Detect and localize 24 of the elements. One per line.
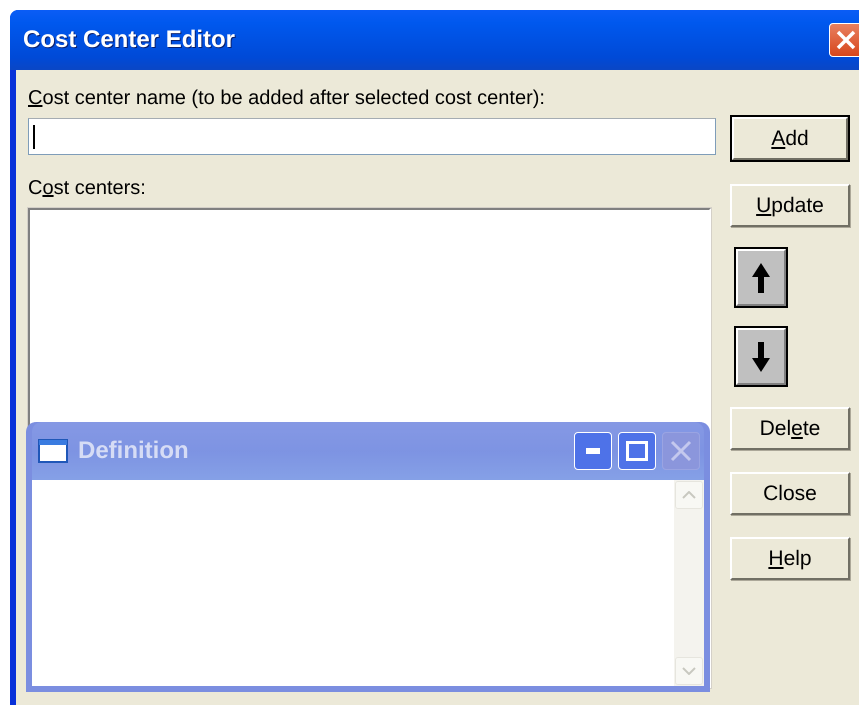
button[interactable]: Delete [730,407,850,450]
move-down-button[interactable] [736,328,786,385]
scroll-down-icon [682,667,696,675]
minimize-button[interactable] [574,432,612,470]
close-icon [835,29,857,51]
scroll-up-icon [682,491,696,499]
maximize-button[interactable] [618,432,656,470]
scroll-bar[interactable] [674,480,704,686]
list-label: Cost centers: [28,176,147,201]
cost-center-name-field[interactable] [28,118,716,155]
button[interactable]: Update [730,184,850,227]
up-arrow-icon [752,262,770,292]
button[interactable]: Close [730,472,850,515]
window-title: Definition [78,437,190,465]
field-label: Cost center name (to be added after selected cost center): [28,86,546,111]
window-title: Cost Center Editor [23,26,236,54]
window-icon [38,439,68,463]
button[interactable]: Add [732,117,848,160]
close-icon [669,439,693,463]
minimize-icon [586,448,600,454]
maximize-icon [626,441,648,461]
down-arrow-icon [752,342,770,372]
button[interactable]: Help [730,537,850,580]
move-up-button[interactable] [736,249,786,306]
